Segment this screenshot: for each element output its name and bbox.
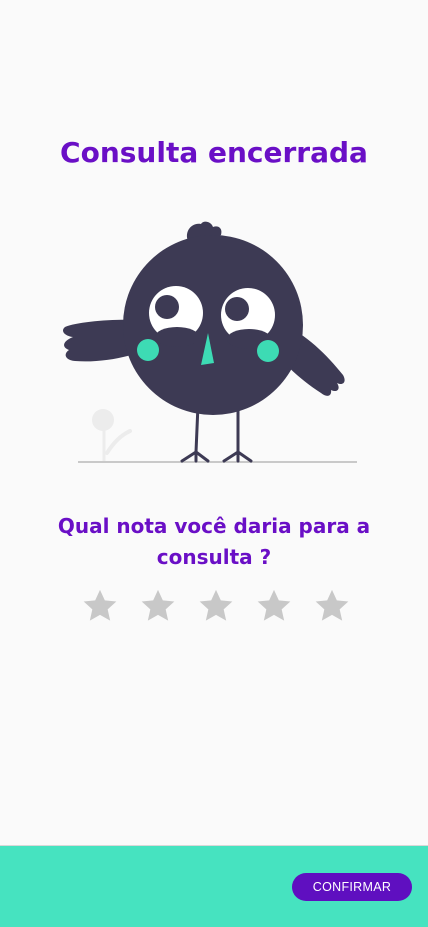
star-icon[interactable] (80, 586, 120, 626)
star-icon[interactable] (196, 586, 236, 626)
footer-bar: CONFIRMAR (0, 845, 428, 927)
page-title: Consulta encerrada (60, 136, 368, 169)
star-icon[interactable] (138, 586, 178, 626)
confirm-button[interactable]: CONFIRMAR (292, 873, 412, 901)
star-rating (80, 586, 352, 626)
rating-screen: Consulta encerrada Qual nota você daria … (0, 0, 428, 927)
rating-question: Qual nota você daria para a consulta ? (57, 514, 371, 569)
bird-illustration (62, 221, 357, 463)
star-icon[interactable] (312, 586, 352, 626)
star-icon[interactable] (254, 586, 294, 626)
